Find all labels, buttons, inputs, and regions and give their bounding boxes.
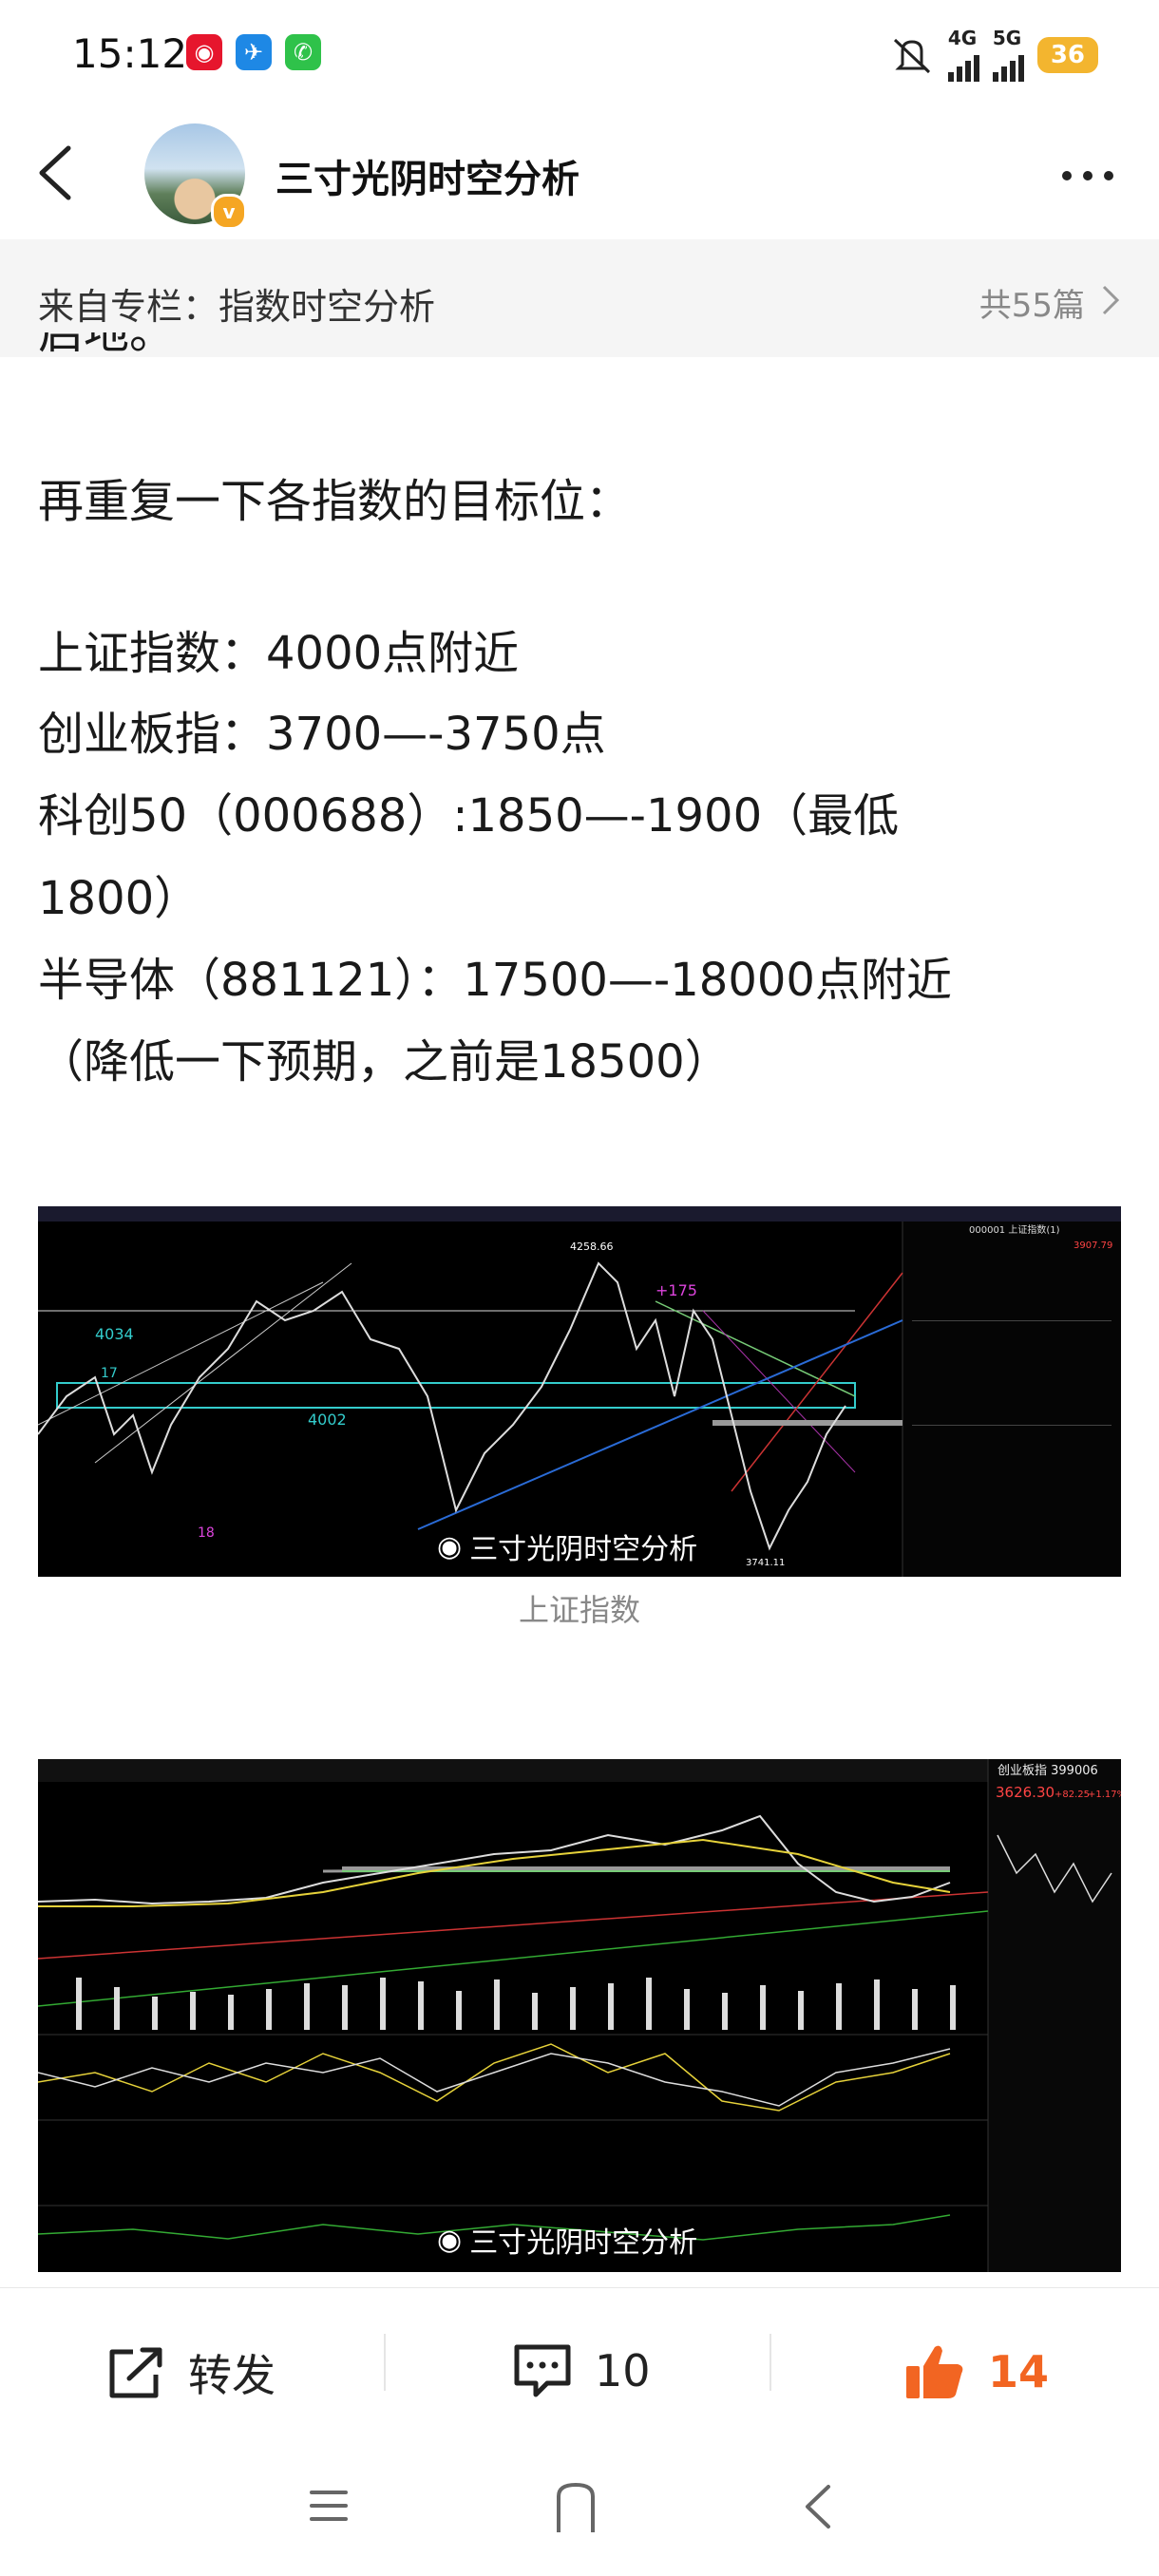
phone-app-icon: ✆ bbox=[285, 34, 321, 70]
target-line: 半导体（881121）：17500—-18000点附近 bbox=[38, 954, 952, 1007]
label-plus: +175 bbox=[656, 1281, 697, 1299]
label-17: 17 bbox=[101, 1366, 118, 1381]
action-bar: 转发 10 14 bbox=[0, 2287, 1159, 2448]
right-pct: +1.17% bbox=[1088, 1790, 1121, 1800]
verified-badge: v bbox=[211, 194, 247, 230]
column-label: 来自专栏：指数时空分析 bbox=[38, 286, 436, 328]
right-price: 3907.79 bbox=[1074, 1241, 1112, 1251]
kline-chart-graphic: 创业板指 399006 3626.30 +82.25 +1.17% bbox=[38, 1759, 1121, 2272]
author-name[interactable]: 三寸光阴时空分析 bbox=[276, 148, 580, 203]
home-icon[interactable] bbox=[555, 2481, 597, 2534]
status-time: 15:12 bbox=[72, 30, 188, 77]
status-bar: 15:12 ◉ ✈ ✆ 4G 5G 36 bbox=[0, 0, 1159, 112]
system-nav-bar bbox=[0, 2447, 1159, 2576]
right-price: 3626.30 bbox=[996, 1784, 1054, 1801]
image-caption: 上证指数 bbox=[518, 1592, 640, 1628]
label-mid: 4002 bbox=[308, 1411, 347, 1429]
kline-chart-graphic: 4258.66 4002 4034 17 18 +175 3741.11 000… bbox=[38, 1206, 1121, 1577]
divider bbox=[770, 2334, 771, 2391]
mute-icon bbox=[893, 38, 930, 74]
label-18: 18 bbox=[198, 1525, 215, 1541]
label-left: 4034 bbox=[95, 1325, 134, 1343]
watermark: ◉ 三寸光阴时空分析 bbox=[437, 2223, 698, 2261]
article-cut-line: 启地。 bbox=[38, 332, 176, 359]
comment-icon bbox=[514, 2344, 571, 2397]
shanghai-index-chart-image[interactable]: 4258.66 4002 4034 17 18 +175 3741.11 000… bbox=[38, 1206, 1121, 1577]
target-line: （降低一下预期，之前是18500） bbox=[38, 1035, 731, 1089]
menu-icon[interactable] bbox=[308, 2485, 350, 2527]
label-top: 4258.66 bbox=[570, 1241, 614, 1253]
network-5g-label: 5G bbox=[992, 27, 1022, 49]
right-title: 创业板指 399006 bbox=[998, 1764, 1098, 1778]
right-change: +82.25 bbox=[1054, 1790, 1090, 1800]
target-line: 创业板指：3700—-3750点 bbox=[38, 708, 606, 761]
forward-label: 转发 bbox=[188, 2350, 276, 2401]
like-count: 14 bbox=[988, 2346, 1050, 2397]
comment-count: 10 bbox=[595, 2345, 651, 2396]
watermark: ◉ 三寸光阴时空分析 bbox=[437, 1529, 698, 1567]
right-title: 000001 上证指数(1) bbox=[969, 1223, 1060, 1236]
thumbs-up-icon bbox=[906, 2345, 963, 2398]
target-line: 上证指数：4000点附近 bbox=[38, 627, 520, 680]
back-arrow-icon[interactable] bbox=[34, 142, 76, 203]
weibo-app-icon: ◉ bbox=[186, 34, 222, 70]
column-count: 共55篇 bbox=[978, 287, 1085, 325]
forward-button[interactable]: 转发 bbox=[104, 2341, 276, 2404]
chevron-right-icon bbox=[1102, 285, 1120, 315]
back-nav-icon[interactable] bbox=[800, 2483, 834, 2530]
like-button[interactable]: 14 bbox=[902, 2341, 1049, 2402]
signal-icon bbox=[947, 47, 979, 82]
article-intro: 再重复一下各指数的目标位： bbox=[38, 475, 632, 528]
target-line: 科创50（000688）:1850—-1900（最低 bbox=[38, 789, 900, 843]
weibo-icon: ◉ bbox=[437, 1529, 463, 1563]
chinext-index-chart-image[interactable]: 创业板指 399006 3626.30 +82.25 +1.17% ◉三寸光阴时… bbox=[38, 1759, 1121, 2272]
messenger-app-icon: ✈ bbox=[236, 34, 272, 70]
comment-button[interactable]: 10 bbox=[511, 2341, 651, 2400]
divider bbox=[384, 2334, 386, 2391]
network-4g-label: 4G bbox=[947, 27, 978, 49]
signal-icon bbox=[992, 47, 1024, 82]
battery-indicator: 36 bbox=[1036, 37, 1098, 73]
weibo-icon: ◉ bbox=[437, 2223, 463, 2257]
more-options-icon[interactable] bbox=[1062, 171, 1113, 180]
target-line: 1800） bbox=[38, 872, 200, 925]
label-low: 3741.11 bbox=[746, 1558, 785, 1568]
share-icon bbox=[109, 2347, 162, 2398]
